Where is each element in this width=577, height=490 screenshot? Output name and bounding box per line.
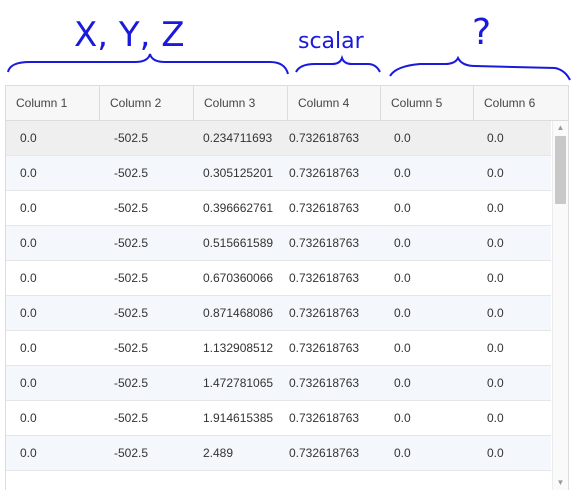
table-cell-col5[interactable]: 0.0 — [380, 436, 473, 471]
table-cell-col6[interactable]: 0.0 — [473, 401, 551, 436]
table-cell-col6[interactable]: 0.0 — [473, 366, 551, 401]
table-cell-col2[interactable]: -502.5 — [100, 296, 193, 331]
table-row[interactable]: 0.0 -502.5 0.871468086 0.732618763 0.0 0.0 — [6, 296, 551, 331]
table-cell-col3[interactable]: 0.396662761 — [193, 191, 287, 226]
table-cell-col4[interactable]: 0.732618763 — [287, 436, 380, 471]
brace-scalar — [295, 54, 381, 73]
table-cell-col6[interactable]: 0.0 — [473, 261, 551, 296]
table-cell-col5[interactable]: 0.0 — [380, 156, 473, 191]
table-cell-col6[interactable]: 0.0 — [473, 436, 551, 471]
table-cell-col6[interactable]: 0.0 — [473, 296, 551, 331]
table-row[interactable]: 0.0 -502.5 0.234711693 0.732618763 0.0 0.0 — [6, 121, 551, 156]
column-header-3[interactable]: Column 3 — [194, 86, 288, 120]
table-cell-col1[interactable]: 0.0 — [6, 401, 100, 436]
annotation-xyz: X, Y, Z — [74, 15, 185, 55]
table-cell-col2[interactable]: -502.5 — [100, 366, 193, 401]
data-grid: Column 1 Column 2 Column 3 Column 4 Colu… — [5, 85, 569, 490]
table-cell-col6[interactable] — [473, 471, 551, 490]
table-cell-col1[interactable] — [6, 471, 100, 490]
table-cell-col3[interactable]: 2.489 — [193, 436, 287, 471]
column-header-6[interactable]: Column 6 — [474, 86, 568, 120]
table-cell-col4[interactable]: 0.732618763 — [287, 121, 380, 156]
table-cell-col1[interactable]: 0.0 — [6, 331, 100, 366]
table-cell-col2[interactable] — [100, 471, 193, 490]
column-header-4[interactable]: Column 4 — [288, 86, 381, 120]
table-cell-col6[interactable]: 0.0 — [473, 156, 551, 191]
table-row[interactable] — [6, 471, 551, 490]
table-cell-col2[interactable]: -502.5 — [100, 331, 193, 366]
table-row[interactable]: 0.0 -502.5 1.132908512 0.732618763 0.0 0.0 — [6, 331, 551, 366]
table-cell-col4[interactable]: 0.732618763 — [287, 226, 380, 261]
table-header: Column 1 Column 2 Column 3 Column 4 Colu… — [6, 86, 568, 121]
table-cell-col2[interactable]: -502.5 — [100, 156, 193, 191]
table-row[interactable]: 0.0 -502.5 0.515661589 0.732618763 0.0 0.0 — [6, 226, 551, 261]
table-cell-col6[interactable]: 0.0 — [473, 331, 551, 366]
table-cell-col3[interactable]: 1.914615385 — [193, 401, 287, 436]
table-cell-col1[interactable]: 0.0 — [6, 261, 100, 296]
table-cell-col5[interactable]: 0.0 — [380, 191, 473, 226]
table-cell-col4[interactable]: 0.732618763 — [287, 191, 380, 226]
table-cell-col5[interactable]: 0.0 — [380, 401, 473, 436]
scroll-down-icon[interactable]: ▼ — [553, 476, 568, 490]
table-cell-col3[interactable] — [193, 471, 287, 490]
table-cell-col6[interactable]: 0.0 — [473, 226, 551, 261]
annotation-question: ? — [472, 12, 491, 53]
table-cell-col2[interactable]: -502.5 — [100, 436, 193, 471]
table-cell-col1[interactable]: 0.0 — [6, 191, 100, 226]
table-body: 0.0 -502.5 0.234711693 0.732618763 0.0 0.0 0.0… — [6, 121, 551, 490]
brace-unknown — [389, 55, 571, 81]
table-cell-col4[interactable]: 0.732618763 — [287, 261, 380, 296]
table-cell-col1[interactable]: 0.0 — [6, 436, 100, 471]
table-cell-col3[interactable]: 0.670360066 — [193, 261, 287, 296]
table-row[interactable]: 0.0 -502.5 0.670360066 0.732618763 0.0 0.0 — [6, 261, 551, 296]
table-row[interactable]: 0.0 -502.5 2.489 0.732618763 0.0 0.0 — [6, 436, 551, 471]
column-header-1[interactable]: Column 1 — [6, 86, 100, 120]
column-header-5[interactable]: Column 5 — [381, 86, 474, 120]
table-cell-col4[interactable]: 0.732618763 — [287, 401, 380, 436]
table-cell-col4[interactable]: 0.732618763 — [287, 156, 380, 191]
table-cell-col2[interactable]: -502.5 — [100, 226, 193, 261]
scrollbar-thumb[interactable] — [555, 136, 566, 204]
annotation-scalar: scalar — [298, 29, 365, 54]
table-cell-col3[interactable]: 1.472781065 — [193, 366, 287, 401]
table-cell-col1[interactable]: 0.0 — [6, 121, 100, 156]
table-cell-col5[interactable]: 0.0 — [380, 226, 473, 261]
vertical-scrollbar[interactable]: ▲ ▼ — [552, 121, 568, 490]
table-cell-col2[interactable]: -502.5 — [100, 121, 193, 156]
table-cell-col3[interactable]: 0.871468086 — [193, 296, 287, 331]
table-cell-col3[interactable]: 1.132908512 — [193, 331, 287, 366]
brace-xyz — [7, 53, 289, 75]
table-row[interactable]: 0.0 -502.5 1.472781065 0.732618763 0.0 0.0 — [6, 366, 551, 401]
table-cell-col5[interactable]: 0.0 — [380, 366, 473, 401]
scroll-up-icon[interactable]: ▲ — [553, 121, 568, 135]
table-cell-col3[interactable]: 0.305125201 — [193, 156, 287, 191]
handwritten-annotations: X, Y, Z scalar ? — [7, 12, 571, 81]
table-cell-col6[interactable]: 0.0 — [473, 191, 551, 226]
table-cell-col4[interactable] — [287, 471, 380, 490]
table-cell-col1[interactable]: 0.0 — [6, 156, 100, 191]
table-cell-col1[interactable]: 0.0 — [6, 366, 100, 401]
table-cell-col1[interactable]: 0.0 — [6, 296, 100, 331]
table-cell-col6[interactable]: 0.0 — [473, 121, 551, 156]
table-cell-col2[interactable]: -502.5 — [100, 191, 193, 226]
table-cell-col4[interactable]: 0.732618763 — [287, 366, 380, 401]
table-cell-col3[interactable]: 0.515661589 — [193, 226, 287, 261]
table-cell-col5[interactable]: 0.0 — [380, 121, 473, 156]
table-cell-col5[interactable]: 0.0 — [380, 331, 473, 366]
table-row[interactable]: 0.0 -502.5 0.396662761 0.732618763 0.0 0.0 — [6, 191, 551, 226]
table-cell-col5[interactable]: 0.0 — [380, 296, 473, 331]
table-cell-col5[interactable] — [380, 471, 473, 490]
table-cell-col4[interactable]: 0.732618763 — [287, 331, 380, 366]
table-row[interactable]: 0.0 -502.5 0.305125201 0.732618763 0.0 0.0 — [6, 156, 551, 191]
column-header-2[interactable]: Column 2 — [100, 86, 194, 120]
table-cell-col2[interactable]: -502.5 — [100, 401, 193, 436]
table-cell-col2[interactable]: -502.5 — [100, 261, 193, 296]
table-cell-col3[interactable]: 0.234711693 — [193, 121, 287, 156]
table-row[interactable]: 0.0 -502.5 1.914615385 0.732618763 0.0 0.0 — [6, 401, 551, 436]
table-cell-col1[interactable]: 0.0 — [6, 226, 100, 261]
table-cell-col4[interactable]: 0.732618763 — [287, 296, 380, 331]
table-cell-col5[interactable]: 0.0 — [380, 261, 473, 296]
